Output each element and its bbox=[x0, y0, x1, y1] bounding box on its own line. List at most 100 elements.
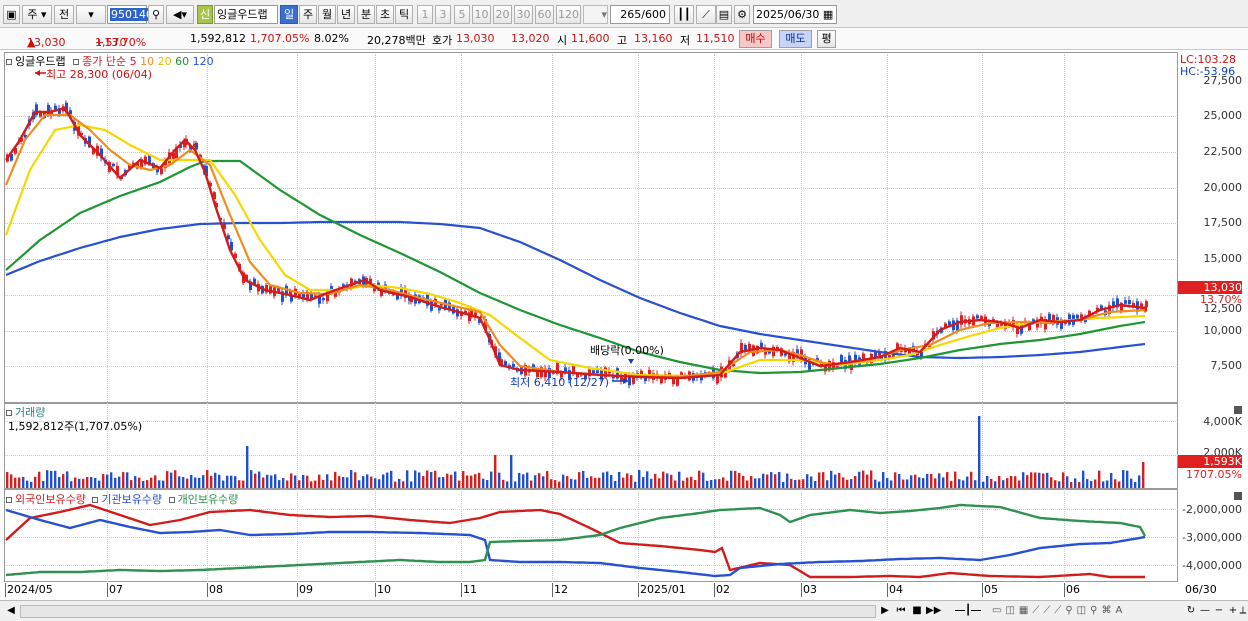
candle-body bbox=[1145, 301, 1148, 308]
candles bbox=[6, 100, 1148, 389]
volume-bar bbox=[270, 475, 273, 488]
volume-bar bbox=[122, 472, 125, 488]
zoom-out-icon[interactable]: — bbox=[1198, 604, 1212, 619]
volume-bar bbox=[46, 470, 49, 488]
volume-bar bbox=[654, 473, 657, 488]
volume-bar bbox=[838, 472, 841, 488]
scroll-left-icon[interactable]: ◀ bbox=[4, 604, 18, 619]
volume-bar bbox=[1046, 472, 1049, 488]
volume-bar bbox=[326, 474, 329, 488]
x-tick: 06 bbox=[1064, 583, 1080, 597]
volume-bar bbox=[994, 481, 997, 488]
volume-bar bbox=[306, 475, 309, 488]
volume-bar bbox=[158, 480, 161, 488]
volume-bar bbox=[242, 480, 245, 488]
stop-icon[interactable]: ■ bbox=[910, 604, 924, 619]
volume-bar bbox=[950, 480, 953, 488]
scrollbar-track[interactable] bbox=[20, 605, 876, 618]
volume-bar bbox=[1058, 481, 1061, 488]
volume-bar bbox=[690, 476, 693, 488]
holders-legend: 외국인보유수량 기관보유수량 개인보유수량 bbox=[6, 491, 238, 507]
volume-bar bbox=[606, 471, 609, 488]
volume-bar bbox=[42, 480, 45, 488]
volume-bar bbox=[130, 480, 133, 488]
y-tick: 17,500 bbox=[1203, 216, 1243, 229]
volume-bar bbox=[1074, 478, 1077, 488]
volume-bar bbox=[638, 470, 641, 488]
volume-bar bbox=[78, 478, 81, 488]
y-tick: 4,000K bbox=[1203, 415, 1242, 428]
candle-body bbox=[438, 308, 441, 311]
tool-icons[interactable]: ▭◫▦⟋⟋⟋⚲◫⚲⌘A bbox=[992, 604, 1182, 619]
pan-icon[interactable]: ⟂ bbox=[1238, 604, 1248, 619]
volume-bar bbox=[210, 475, 213, 488]
volume-bar bbox=[314, 480, 317, 488]
zoom-slider[interactable]: ⎯⎯┃⎯⎯ bbox=[948, 604, 988, 619]
price-axis: LC:103.28 HC:-53.96 27,500 25,000 22,500… bbox=[1178, 52, 1248, 403]
volume-bar bbox=[974, 480, 977, 488]
legend-foreign: 외국인보유수량 bbox=[15, 493, 86, 506]
volume-bar bbox=[102, 474, 105, 488]
volume-bar bbox=[458, 480, 461, 488]
foreign-holdings-line bbox=[5, 503, 1145, 579]
volume-bar bbox=[470, 475, 473, 488]
volume-bar bbox=[478, 472, 481, 488]
volume-bar bbox=[894, 472, 897, 488]
candle-body bbox=[504, 361, 507, 366]
volume-bar bbox=[914, 474, 917, 488]
volume-bar bbox=[230, 475, 233, 488]
volume-bar bbox=[590, 476, 593, 488]
close-icon[interactable] bbox=[1234, 406, 1242, 414]
chart-canvas[interactable] bbox=[0, 0, 1248, 621]
close-icon[interactable] bbox=[1234, 492, 1242, 500]
low-note: 최저 6,410 (12/27) bbox=[510, 376, 610, 389]
volume-bar bbox=[138, 477, 141, 488]
candle-body bbox=[1076, 314, 1079, 319]
volume-bar bbox=[962, 480, 965, 488]
volume-bar bbox=[810, 476, 813, 488]
volume-bar bbox=[418, 472, 421, 488]
volume-bar bbox=[898, 474, 901, 488]
first-icon[interactable]: ⏮ bbox=[894, 604, 908, 619]
volume-bar bbox=[202, 475, 205, 488]
volume-bar bbox=[990, 478, 993, 488]
candle-body bbox=[112, 163, 115, 167]
volume-bar bbox=[550, 479, 553, 488]
candle-body bbox=[322, 298, 325, 301]
candle-body bbox=[195, 142, 198, 150]
volume-bar bbox=[758, 478, 761, 488]
next-icon[interactable]: ▶▶ bbox=[926, 604, 941, 619]
volume-bar bbox=[862, 470, 865, 488]
candle-body bbox=[980, 316, 983, 320]
volume-bar bbox=[622, 477, 625, 488]
high-marker bbox=[35, 70, 46, 76]
minus-icon[interactable]: − bbox=[1212, 604, 1226, 619]
volume-bar bbox=[946, 472, 949, 488]
volume-bar bbox=[110, 472, 113, 488]
volume-bar bbox=[750, 475, 753, 488]
volume-bar bbox=[218, 474, 221, 488]
x-tick: 05 bbox=[982, 583, 998, 597]
individual-holdings-line bbox=[5, 503, 1147, 577]
volume-bar bbox=[14, 477, 17, 488]
volume-bar bbox=[830, 470, 833, 488]
volume-bar bbox=[602, 472, 605, 488]
volume-bar bbox=[542, 476, 545, 488]
refresh-icon[interactable]: ↻ bbox=[1184, 604, 1198, 619]
volume-bar bbox=[1122, 470, 1125, 488]
dividend-marker bbox=[628, 359, 634, 364]
volume-bar bbox=[162, 480, 165, 488]
volume-bar bbox=[798, 479, 801, 488]
scroll-right-icon[interactable]: ▶ bbox=[878, 604, 892, 619]
volume-bar bbox=[10, 474, 13, 488]
volume-bar bbox=[570, 478, 573, 488]
volume-bar bbox=[334, 471, 337, 488]
volume-bar bbox=[890, 480, 893, 488]
volume-bar bbox=[446, 473, 449, 488]
volume-bar bbox=[222, 480, 225, 488]
volume-bar bbox=[258, 471, 261, 488]
volume-bar bbox=[686, 477, 689, 488]
volume-bar bbox=[970, 471, 973, 488]
volume-bar bbox=[610, 474, 613, 488]
volume-bar bbox=[834, 474, 837, 488]
